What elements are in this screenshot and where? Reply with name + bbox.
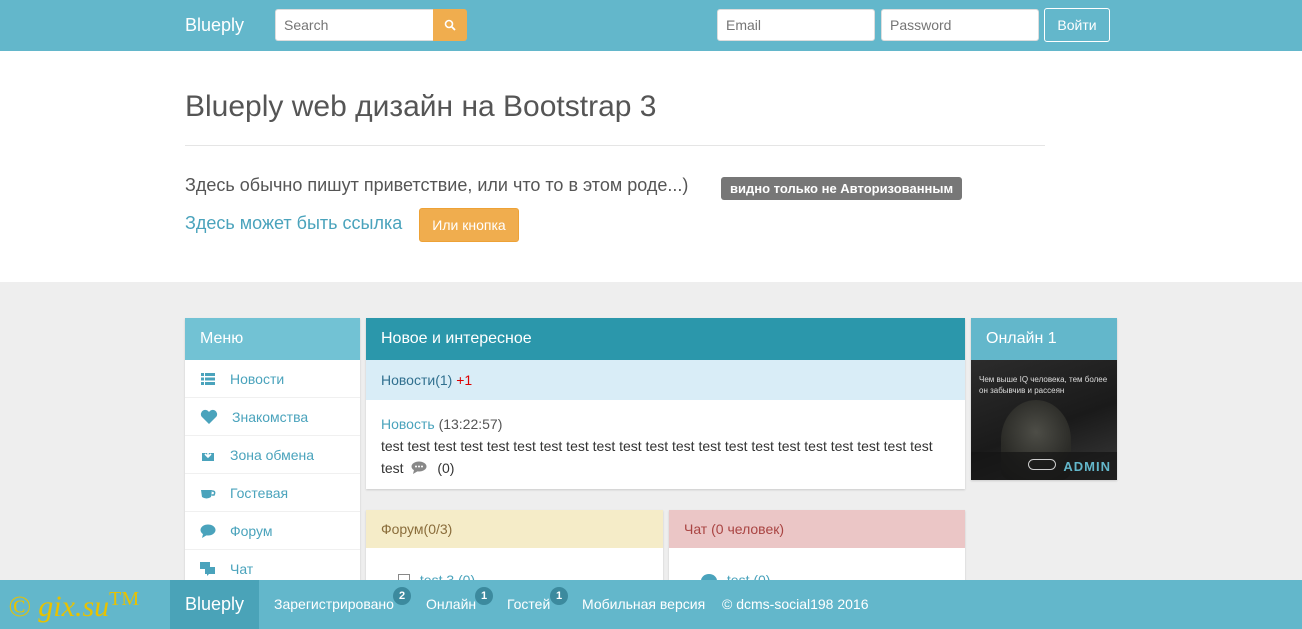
- search-button[interactable]: [433, 9, 467, 41]
- news-section-header[interactable]: Новости(1) +1: [366, 360, 965, 400]
- online-heading: Онлайн 1: [971, 318, 1117, 360]
- trademark-sign: TM: [109, 588, 140, 610]
- download-icon: [200, 447, 216, 463]
- chat-heading[interactable]: Чат (0 человек): [669, 510, 965, 548]
- menu-panel: Меню Новости Знакомства Зона обмена Гост…: [185, 318, 360, 580]
- bottom-bar: Blueply Зарегистрировано 2 Онлайн 1 Гост…: [0, 580, 1302, 629]
- online-panel: Онлайн 1 Чем выше IQ человека, тем более…: [971, 318, 1117, 480]
- menu-item-label: Зона обмена: [230, 446, 315, 463]
- footer-registered[interactable]: Зарегистрировано: [274, 580, 394, 629]
- footer-brand[interactable]: Blueply: [170, 580, 259, 629]
- cup-icon: [200, 485, 216, 501]
- menu-item-forum[interactable]: Форум: [185, 512, 360, 550]
- email-field[interactable]: [717, 9, 875, 41]
- comment-count[interactable]: (0): [437, 460, 454, 476]
- avatar-username[interactable]: ADMIN: [1063, 459, 1111, 474]
- news-item-time: (13:22:57): [438, 416, 503, 432]
- login-button[interactable]: Войти: [1044, 8, 1110, 42]
- news-heading: Новое и интересное: [366, 318, 965, 360]
- list-icon: [200, 371, 216, 387]
- news-item-link[interactable]: Новость: [381, 416, 435, 432]
- welcome-button[interactable]: Или кнопка: [419, 208, 519, 242]
- avatar-pill: [1028, 459, 1056, 470]
- divider: [185, 145, 1045, 146]
- menu-item-label: Новости: [230, 370, 285, 387]
- news-item: Новость (13:22:57) test test test test t…: [366, 400, 965, 493]
- footer-online-label: Онлайн: [426, 596, 477, 612]
- chat-icon: [200, 561, 216, 577]
- menu-item-chat[interactable]: Чат: [185, 550, 360, 580]
- watermark: © gix.suTM: [8, 588, 139, 624]
- guests-count-badge: 1: [550, 587, 568, 605]
- menu-item-label: Форум: [230, 522, 273, 539]
- search-input[interactable]: [275, 9, 433, 41]
- welcome-text: Здесь обычно пишут приветствие, или что …: [185, 175, 689, 195]
- menu-item-label: Гостевая: [230, 484, 289, 501]
- chat-panel: Чат (0 человек) test (0): [669, 510, 965, 590]
- news-panel: Новое и интересное Новости(1) +1 Новость…: [366, 318, 965, 489]
- forum-panel: Форум(0/3) test 3 (0): [366, 510, 663, 590]
- watermark-text: © gix.su: [8, 590, 110, 623]
- registered-count-badge: 2: [393, 587, 411, 605]
- news-item-text: test test test test test test test test …: [381, 438, 933, 476]
- search-icon: [444, 19, 456, 31]
- menu-item-dating[interactable]: Знакомства: [185, 398, 360, 436]
- welcome-jumbotron: Blueply web дизайн на Bootstrap 3 Здесь …: [0, 51, 1302, 282]
- forum-heading[interactable]: Форум(0/3): [366, 510, 663, 548]
- footer-mobile-version[interactable]: Мобильная версия: [582, 580, 705, 629]
- password-field[interactable]: [881, 9, 1039, 41]
- guest-only-badge: видно только не Авторизованным: [721, 177, 963, 200]
- menu-heading: Меню: [185, 318, 360, 360]
- avatar[interactable]: Чем выше IQ человека, тем более он забыв…: [971, 360, 1117, 480]
- menu-item-news[interactable]: Новости: [185, 360, 360, 398]
- menu-item-label: Чат: [230, 560, 254, 577]
- menu-item-label: Знакомства: [232, 408, 309, 425]
- top-navbar: Blueply Войти: [0, 0, 1302, 51]
- footer-registered-label: Зарегистрировано: [274, 596, 394, 612]
- heart-icon: [200, 409, 218, 425]
- comment-icon: [200, 523, 216, 539]
- menu-item-exchange[interactable]: Зона обмена: [185, 436, 360, 474]
- page-title: Blueply web дизайн на Bootstrap 3: [185, 90, 657, 123]
- comment-bubble-icon: [411, 458, 427, 480]
- news-section-label[interactable]: Новости(1): [381, 372, 452, 388]
- copyright-text: © dcms-social198 2016: [722, 596, 869, 612]
- navbar-brand[interactable]: Blueply: [185, 15, 244, 36]
- footer-online[interactable]: Онлайн: [426, 580, 476, 629]
- welcome-link[interactable]: Здесь может быть ссылка: [185, 213, 402, 234]
- footer-guests-label: Гостей: [507, 596, 551, 612]
- footer-guests[interactable]: Гостей: [507, 580, 550, 629]
- menu-item-guestbook[interactable]: Гостевая: [185, 474, 360, 512]
- new-count-badge: +1: [456, 372, 473, 388]
- avatar-quote: Чем выше IQ человека, тем более он забыв…: [979, 375, 1108, 395]
- online-count-badge: 1: [475, 587, 493, 605]
